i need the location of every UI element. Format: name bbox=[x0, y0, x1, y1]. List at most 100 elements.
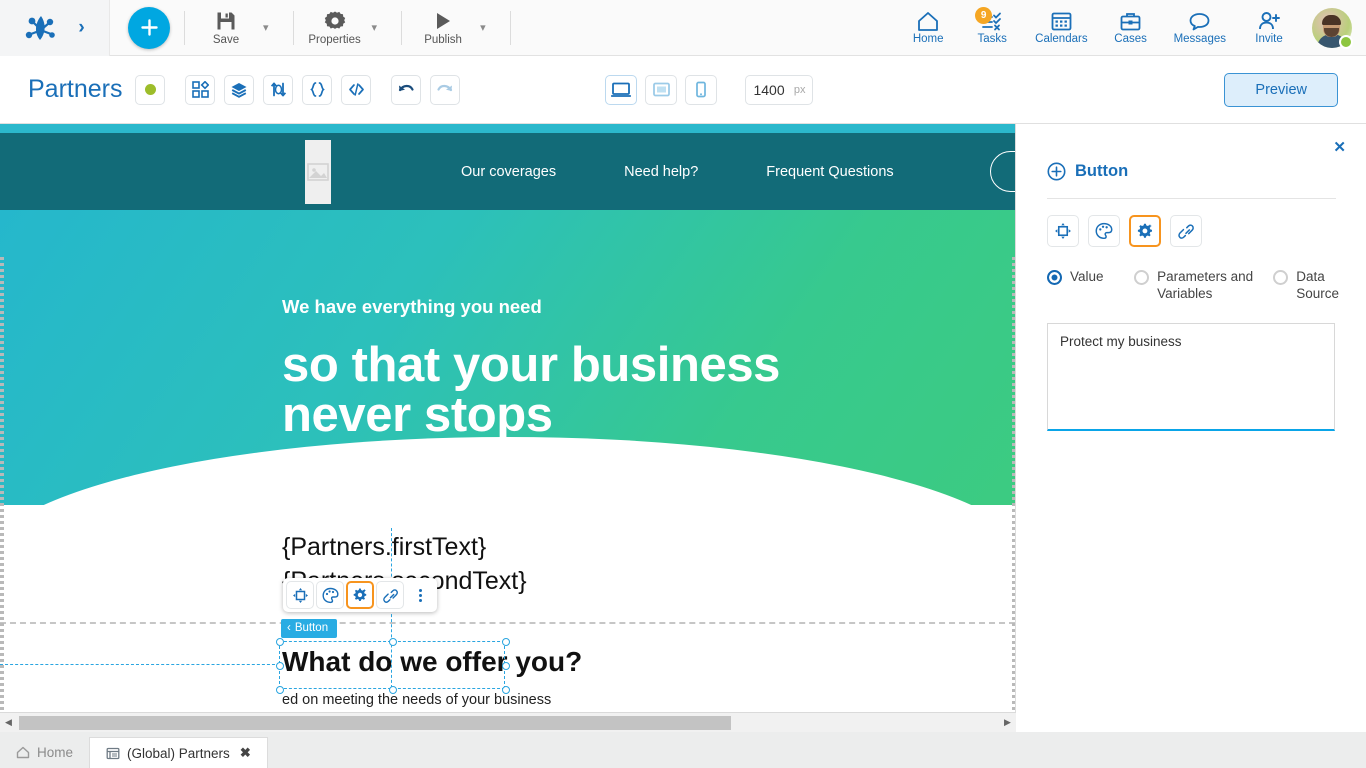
curly-braces-icon[interactable] bbox=[302, 74, 333, 105]
add-button[interactable] bbox=[128, 6, 170, 49]
nav-calendars[interactable]: Calendars bbox=[1035, 10, 1088, 45]
scroll-left-arrow-icon[interactable]: ◀ bbox=[0, 714, 17, 732]
frog-logo-icon[interactable] bbox=[24, 13, 58, 43]
home-outline-icon bbox=[16, 746, 30, 759]
hero-title-line-1: so that your business bbox=[282, 338, 781, 392]
desktop-view-icon[interactable] bbox=[605, 74, 638, 105]
page-title: Partners bbox=[28, 75, 123, 103]
gear-settings-icon[interactable] bbox=[346, 581, 374, 609]
bottom-tab-home-label: Home bbox=[37, 745, 74, 760]
editor-icon-group bbox=[185, 74, 372, 105]
nav-home[interactable]: Home bbox=[907, 10, 949, 45]
close-icon[interactable]: ✖ bbox=[240, 745, 251, 761]
divider bbox=[292, 10, 294, 45]
properties-dropdown-caret[interactable]: ▾ bbox=[362, 8, 388, 48]
chevron-left-icon: ‹ bbox=[287, 622, 291, 634]
redo-arrow-icon[interactable] bbox=[430, 74, 461, 105]
properties-label: Properties bbox=[308, 33, 361, 46]
canvas-width-input[interactable]: 1400 px bbox=[745, 74, 814, 105]
panel-title-row: Button bbox=[1047, 162, 1366, 181]
save-dropdown-caret[interactable]: ▾ bbox=[253, 8, 279, 48]
nav-home-label: Home bbox=[912, 33, 944, 45]
kebab-menu-icon[interactable] bbox=[406, 581, 434, 609]
site-navbar: Our coverages Need help? Frequent Questi… bbox=[0, 133, 1015, 210]
canvas-width-unit: px bbox=[793, 83, 806, 96]
button-value-textarea[interactable] bbox=[1047, 322, 1335, 431]
palette-icon[interactable] bbox=[1088, 215, 1120, 247]
offer-section[interactable]: What do we offer you? ed on meeting the … bbox=[0, 624, 1015, 712]
site-logo-placeholder[interactable] bbox=[305, 139, 331, 204]
bottom-tab-home[interactable]: Home bbox=[0, 737, 89, 768]
nav-invite-label: Invite bbox=[1255, 33, 1283, 45]
device-preview-group bbox=[605, 74, 718, 105]
properties-button[interactable]: Properties bbox=[308, 10, 362, 46]
save-label: Save bbox=[212, 33, 240, 46]
hero-title-line-2: never stops bbox=[282, 388, 553, 443]
nav-messages-label: Messages bbox=[1173, 33, 1226, 45]
link-chain-icon[interactable] bbox=[1170, 215, 1202, 247]
close-icon[interactable]: ✕ bbox=[1333, 138, 1346, 156]
chevron-right-icon[interactable]: › bbox=[78, 17, 84, 39]
link-chain-icon[interactable] bbox=[376, 581, 404, 609]
plus-circle-icon bbox=[1047, 162, 1066, 181]
logo-zone: › bbox=[0, 0, 110, 56]
value-source-radio-group: Value Parameters and Variables Data Sour… bbox=[1047, 269, 1366, 303]
radio-value-circle bbox=[1047, 270, 1062, 285]
status-badge bbox=[1339, 34, 1353, 49]
scroll-right-arrow-icon[interactable]: ▶ bbox=[999, 714, 1016, 732]
widgets-grid-icon[interactable] bbox=[185, 74, 216, 105]
nav-cases[interactable]: Cases bbox=[1110, 10, 1152, 45]
editor-tools: Save ▾ Properties ▾ Publish ▾ bbox=[110, 0, 907, 56]
panel-title-label: Button bbox=[1075, 162, 1129, 180]
radio-parameters-and-variables[interactable]: Parameters and Variables bbox=[1134, 269, 1273, 303]
nav-calendars-label: Calendars bbox=[1035, 33, 1088, 45]
canvas-horizontal-scrollbar[interactable]: ◀ ▶ bbox=[0, 712, 1016, 732]
move-arrows-icon[interactable] bbox=[1047, 215, 1079, 247]
properties-panel: ✕ Button Value Parameters and Variables … bbox=[1017, 124, 1366, 732]
data-flow-icon[interactable] bbox=[263, 74, 294, 105]
radio-value-label: Value bbox=[1070, 269, 1104, 284]
site-nav-cta-button[interactable]: Q bbox=[989, 151, 1015, 192]
radio-data-source-label: Data Source bbox=[1296, 269, 1339, 301]
save-button[interactable]: Save bbox=[199, 10, 253, 46]
selected-element-tag-label: Button bbox=[294, 622, 329, 634]
nav-invite[interactable]: Invite bbox=[1248, 10, 1290, 45]
publish-button[interactable]: Publish bbox=[416, 10, 470, 46]
canvas-width-value: 1400 bbox=[753, 81, 785, 98]
tablet-view-icon[interactable] bbox=[645, 74, 678, 105]
scrollbar-thumb[interactable] bbox=[19, 715, 731, 730]
panel-tabs bbox=[1047, 215, 1366, 247]
hero-wave bbox=[0, 437, 1015, 505]
canvas-left-edge bbox=[0, 257, 4, 712]
site-top-strip bbox=[0, 124, 1015, 133]
radio-data-source[interactable]: Data Source bbox=[1273, 269, 1366, 303]
nav-messages[interactable]: Messages bbox=[1174, 10, 1226, 45]
radio-value[interactable]: Value bbox=[1047, 269, 1134, 286]
page-canvas[interactable]: Our coverages Need help? Frequent Questi… bbox=[0, 124, 1016, 712]
palette-icon[interactable] bbox=[316, 581, 344, 609]
nav-cases-label: Cases bbox=[1114, 33, 1147, 45]
selected-element-tag[interactable]: ‹ Button bbox=[281, 619, 338, 638]
scrollbar-track[interactable] bbox=[17, 714, 999, 732]
preview-button[interactable]: Preview bbox=[1224, 72, 1338, 107]
layers-icon[interactable] bbox=[224, 74, 255, 105]
publish-dropdown-caret[interactable]: ▾ bbox=[470, 8, 496, 48]
nav-tasks[interactable]: 9 Tasks bbox=[971, 7, 1013, 45]
move-arrows-icon[interactable] bbox=[286, 581, 314, 609]
hero-title: so that your business never stops bbox=[282, 340, 780, 441]
state-dot-icon bbox=[144, 84, 156, 95]
page-state-button[interactable] bbox=[135, 74, 166, 105]
undo-arrow-icon[interactable] bbox=[391, 74, 422, 105]
site-nav-link-coverages[interactable]: Our coverages bbox=[461, 164, 556, 180]
site-nav-link-faq[interactable]: Frequent Questions bbox=[766, 164, 893, 180]
gear-settings-icon[interactable] bbox=[1129, 215, 1161, 247]
site-nav-link-help[interactable]: Need help? bbox=[624, 164, 698, 180]
element-floating-toolbar bbox=[283, 578, 437, 612]
mobile-view-icon[interactable] bbox=[685, 74, 718, 105]
alignment-guide-horizontal bbox=[0, 664, 280, 665]
code-tags-icon[interactable] bbox=[341, 74, 372, 105]
divider bbox=[509, 10, 511, 45]
bottom-tab-partners[interactable]: (Global) Partners ✖ bbox=[89, 737, 268, 768]
placeholder-text-section[interactable]: {Partners.firstText} {Partners.secondTex… bbox=[0, 505, 1015, 622]
avatar[interactable] bbox=[1312, 7, 1353, 49]
